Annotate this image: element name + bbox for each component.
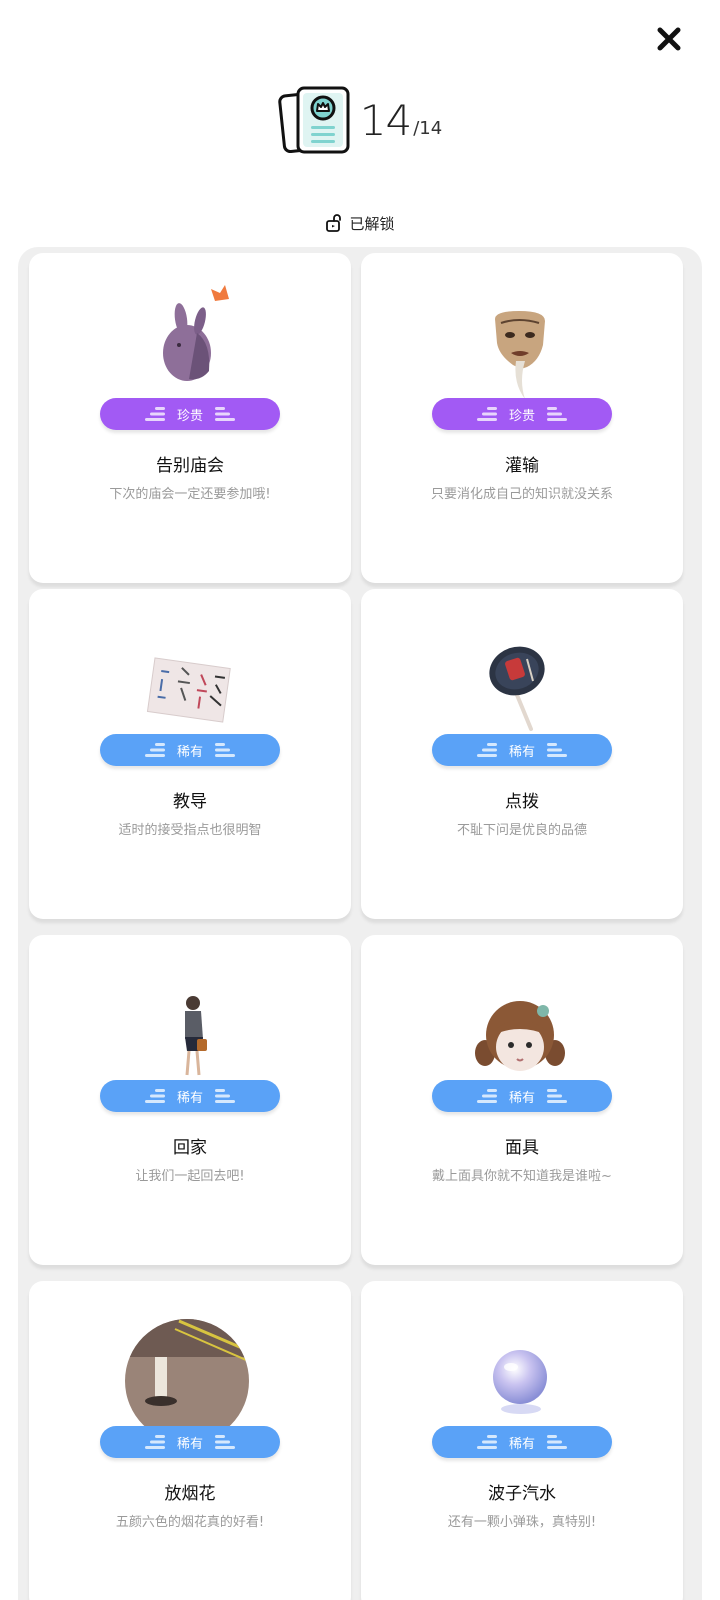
badge-right-deco-icon xyxy=(547,407,567,421)
collection-card[interactable]: 稀有 教导 适时的接受指点也很明智 xyxy=(29,589,351,919)
rarity-badge: 稀有 xyxy=(432,1080,612,1112)
card-title: 放烟花 xyxy=(164,1484,216,1504)
card-description: 下次的庙会一定还要参加哦! xyxy=(109,487,271,502)
badge-left-deco-icon xyxy=(144,1089,165,1103)
unlocked-filter[interactable]: 已解锁 xyxy=(0,208,720,238)
total-count: /14 xyxy=(413,117,443,139)
rarity-label: 稀有 xyxy=(176,744,203,760)
badge-right-deco-icon xyxy=(547,743,567,757)
unlock-icon xyxy=(326,214,342,232)
rarity-label: 稀有 xyxy=(508,744,535,760)
card-description: 五颜六色的烟花真的好看! xyxy=(115,1515,265,1530)
collection-card[interactable]: 稀有 波子汽水 还有一颗小弹珠，真特别! xyxy=(361,1281,683,1600)
badge-right-deco-icon xyxy=(547,1435,567,1449)
card-description: 只要消化成自己的知识就没关系 xyxy=(430,487,613,502)
collection-card[interactable]: 稀有 回家 让我们一起回去吧! xyxy=(29,935,351,1265)
card-description: 戴上面具你就不知道我是谁啦~ xyxy=(432,1169,612,1184)
card-title: 面具 xyxy=(505,1138,539,1158)
rarity-badge: 稀有 xyxy=(100,1080,280,1112)
calligraphy-paper-image xyxy=(146,657,231,723)
badge-right-deco-icon xyxy=(215,1089,235,1103)
rarity-badge: 珍贵 xyxy=(100,398,280,430)
close-icon xyxy=(657,27,681,51)
rarity-label: 珍贵 xyxy=(176,408,203,424)
doll-mask-image xyxy=(475,1001,565,1071)
card-title: 告别庙会 xyxy=(156,456,224,476)
card-description: 适时的接受指点也很明智 xyxy=(118,823,262,838)
noh-mask-image xyxy=(495,311,545,399)
collection-page: 14 /14 已解锁 珍贵 告别庙会 下次的庙会一定还要参加哦! 珍贵 灌输 只… xyxy=(0,0,720,1600)
card-description: 不耻下问是优良的品德 xyxy=(456,823,587,838)
rabbit-plush-image xyxy=(163,285,229,381)
rarity-label: 稀有 xyxy=(508,1090,535,1106)
badge-left-deco-icon xyxy=(476,407,497,421)
paper-fan-image xyxy=(489,646,545,731)
walking-figure-image xyxy=(185,996,207,1076)
rarity-label: 珍贵 xyxy=(508,408,535,424)
badge-right-deco-icon xyxy=(547,1089,567,1103)
badge-left-deco-icon xyxy=(476,1089,497,1103)
rarity-label: 稀有 xyxy=(508,1436,535,1452)
badge-left-deco-icon xyxy=(144,1435,165,1449)
collection-counter: 14 /14 xyxy=(0,80,720,160)
card-description: 还有一颗小弹珠，真特别! xyxy=(447,1515,597,1530)
badge-left-deco-icon xyxy=(476,1435,497,1449)
card-title: 波子汽水 xyxy=(488,1484,556,1504)
collection-card[interactable]: 稀有 放烟花 五颜六色的烟花真的好看! xyxy=(29,1281,351,1600)
badge-right-deco-icon xyxy=(215,1435,235,1449)
rarity-badge: 稀有 xyxy=(432,734,612,766)
badge-right-deco-icon xyxy=(215,407,235,421)
collection-card[interactable]: 稀有 面具 戴上面具你就不知道我是谁啦~ xyxy=(361,935,683,1265)
card-title: 回家 xyxy=(173,1138,207,1158)
marble-image xyxy=(493,1350,547,1414)
rarity-badge: 稀有 xyxy=(432,1426,612,1458)
rarity-badge: 稀有 xyxy=(100,1426,280,1458)
badge-left-deco-icon xyxy=(144,407,165,421)
close-button[interactable] xyxy=(652,22,686,56)
badge-right-deco-icon xyxy=(215,743,235,757)
badge-left-deco-icon xyxy=(476,743,497,757)
rarity-badge: 珍贵 xyxy=(432,398,612,430)
badge-left-deco-icon xyxy=(144,743,165,757)
collection-card[interactable]: 珍贵 灌输 只要消化成自己的知识就没关系 xyxy=(361,253,683,583)
collected-count: 14 xyxy=(359,95,412,145)
card-title: 点拨 xyxy=(505,792,539,812)
card-title: 灌输 xyxy=(505,456,539,476)
firework-candle-image xyxy=(125,1319,249,1431)
rarity-label: 稀有 xyxy=(176,1436,203,1452)
card-grid: 珍贵 告别庙会 下次的庙会一定还要参加哦! 珍贵 灌输 只要消化成自己的知识就没… xyxy=(18,247,702,1600)
rarity-badge: 稀有 xyxy=(100,734,280,766)
rarity-label: 稀有 xyxy=(176,1090,203,1106)
collection-card[interactable]: 稀有 点拨 不耻下问是优良的品德 xyxy=(361,589,683,919)
unlocked-filter-label: 已解锁 xyxy=(349,214,395,233)
collection-card[interactable]: 珍贵 告别庙会 下次的庙会一定还要参加哦! xyxy=(29,253,351,583)
card-title: 教导 xyxy=(173,792,207,812)
card-description: 让我们一起回去吧! xyxy=(135,1169,245,1184)
card-collection-icon xyxy=(278,86,350,154)
